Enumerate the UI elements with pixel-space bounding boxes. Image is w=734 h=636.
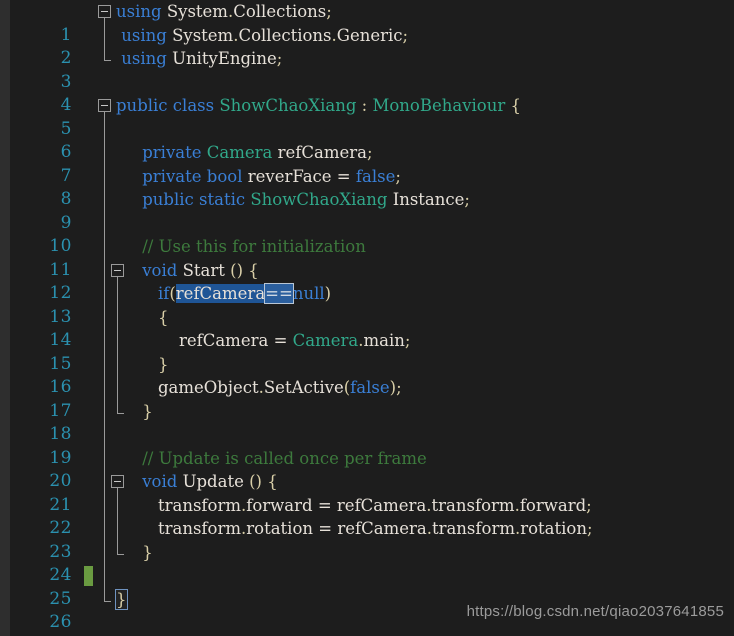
code-line[interactable]: 6 (0, 117, 734, 162)
fold-guide (98, 141, 114, 165)
fold-guide-end (98, 47, 114, 71)
code-line[interactable]: 24 } (0, 540, 734, 585)
code-line[interactable]: 17 gameObject.SetActive(false); (0, 376, 734, 421)
change-marker (84, 566, 93, 586)
code-line-text: transform.rotation = refCamera.transform… (157, 519, 593, 538)
code-line[interactable]: 18 } (0, 399, 734, 444)
fold-guide (98, 329, 114, 353)
code-line[interactable]: 15 refCamera = Camera.main; (0, 329, 734, 374)
code-line[interactable]: 1 using System.Collections; (0, 0, 734, 45)
code-line[interactable]: 8 private bool reverFace = false; (0, 164, 734, 209)
code-line[interactable]: 9 public static ShowChaoXiang Instance; (0, 188, 734, 233)
code-line[interactable]: 4 (0, 71, 734, 115)
code-line[interactable]: 21 void Update () { (0, 470, 734, 515)
code-line-text: public class ShowChaoXiang : MonoBehavio… (116, 96, 522, 115)
fold-guide (98, 235, 114, 259)
code-line[interactable]: 3 using UnityEngine; (0, 47, 734, 92)
watermark-text: https://blog.csdn.net/qiao2037641855 (466, 603, 724, 620)
code-line-text: // Use this for initialization (116, 237, 366, 256)
fold-guide (98, 446, 114, 470)
code-line-text: refCamera = Camera.main; (178, 331, 411, 350)
code-line-text: private bool reverFace = false; (142, 166, 401, 186)
code-line[interactable]: 5 public class ShowChaoXiang : MonoBehav… (0, 94, 734, 139)
fold-guide (98, 540, 114, 564)
code-line[interactable]: 23 transform.rotation = refCamera.transf… (0, 517, 734, 562)
code-line-text: using UnityEngine; (121, 49, 283, 68)
code-line[interactable]: 11 // Use this for initialization (0, 235, 734, 280)
fold-guide (98, 23, 114, 47)
code-line-text: } (142, 542, 153, 562)
matching-brace: } (115, 588, 128, 610)
fold-guide (98, 305, 114, 329)
fold-guide (98, 164, 114, 188)
fold-marker-collapse[interactable] (98, 94, 114, 118)
code-line-text: using System.Collections; (116, 2, 332, 21)
fold-guide (98, 282, 114, 306)
code-line-text: void Start () { (142, 260, 259, 280)
code-line[interactable]: 14 { (0, 305, 734, 350)
code-line[interactable]: 19 (0, 423, 734, 468)
code-line-text: } (157, 354, 169, 374)
code-line-text: private Camera refCamera; (142, 143, 373, 162)
code-line[interactable]: 20 // Update is called once per frame (0, 446, 734, 491)
fold-marker-collapse[interactable] (98, 0, 114, 24)
fold-guide-end (98, 587, 114, 612)
code-line-text: // Update is called once per frame (116, 448, 427, 468)
selected-text: refCamera (175, 284, 266, 303)
code-line-text: transform.forward = refCamera.transform.… (157, 495, 592, 515)
code-line[interactable]: 25 (0, 564, 734, 609)
code-line-text: if(refCamera==null) (157, 283, 332, 304)
code-line[interactable]: 12 void Start () { (0, 258, 734, 303)
code-line-text: } (115, 588, 128, 612)
code-line-text: } (142, 401, 153, 421)
code-line-text: using System.Collections.Generic; (121, 25, 409, 45)
code-line-selected[interactable]: 13 if(refCamera==null) (0, 282, 734, 327)
code-line-text: { (157, 307, 169, 327)
fold-guide (98, 352, 114, 376)
fold-guide (98, 188, 114, 212)
fold-guide (98, 376, 114, 400)
code-line-text: public static ShowChaoXiang Instance; (142, 190, 470, 209)
code-line[interactable]: 2 using System.Collections.Generic; (0, 23, 734, 68)
fold-guide (98, 399, 114, 423)
code-line-text: gameObject.SetActive(false); (157, 378, 402, 397)
fold-guide (98, 493, 114, 517)
code-line-text: void Update () { (142, 472, 278, 491)
fold-guide (98, 211, 114, 235)
fold-guide (98, 117, 114, 141)
code-line[interactable]: 22 transform.forward = refCamera.transfo… (0, 493, 734, 538)
code-line[interactable]: 10 (0, 211, 734, 256)
fold-guide (98, 564, 114, 588)
cursor-highlight-box: == (264, 283, 294, 304)
fold-guide (98, 423, 114, 447)
code-line[interactable]: 16 } (0, 352, 734, 397)
code-editor[interactable]: 1 using System.Collections; 2 using Syst… (0, 0, 734, 636)
code-line[interactable]: 7 private Camera refCamera; (0, 141, 734, 186)
fold-guide (98, 517, 114, 541)
